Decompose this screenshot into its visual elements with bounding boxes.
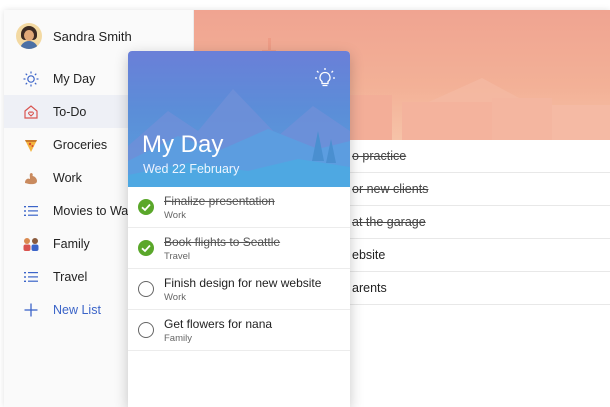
task-list-name: Work <box>164 210 186 221</box>
pizza-icon <box>22 136 40 154</box>
profile-name: Sandra Smith <box>53 28 132 44</box>
my-day-title: My Day <box>142 131 224 158</box>
family-icon <box>22 235 40 253</box>
task-title: Get flowers for nana <box>164 317 273 331</box>
task-title: Finish design for new website <box>164 276 322 290</box>
task-list-name: Family <box>164 333 192 344</box>
new-list-label: New List <box>53 302 101 317</box>
task-list-name: Work <box>164 292 186 303</box>
task-row[interactable]: Finalize presentation Work <box>128 187 350 228</box>
task-row[interactable]: Book flights to Seattle Travel <box>128 228 350 269</box>
task-title: Book flights to Seattle <box>164 235 281 249</box>
flexed-arm-icon <box>22 169 40 187</box>
empty-checkbox-icon[interactable] <box>138 281 154 297</box>
empty-checkbox-icon[interactable] <box>138 322 154 338</box>
task-text: arents <box>352 281 387 295</box>
sun-icon <box>22 70 40 88</box>
sidebar-item-label: My Day <box>53 71 96 86</box>
task-text: or new clients <box>352 182 429 196</box>
task-text: at the garage <box>352 215 426 229</box>
my-day-date: Wed 22 February <box>143 162 240 176</box>
profile-button[interactable]: Sandra Smith <box>16 22 132 50</box>
house-icon <box>22 103 40 121</box>
plus-icon <box>22 301 40 319</box>
list-icon <box>22 268 40 286</box>
task-row[interactable]: Get flowers for nana Family <box>128 310 350 351</box>
task-list-name: Travel <box>164 251 191 262</box>
suggestions-lightbulb-icon[interactable] <box>314 67 336 89</box>
completed-check-icon[interactable] <box>138 240 154 256</box>
avatar <box>16 23 42 49</box>
task-text: ebsite <box>352 248 386 262</box>
sidebar-item-label: Groceries <box>53 137 108 152</box>
sidebar-item-label: Travel <box>53 269 88 284</box>
completed-check-icon[interactable] <box>138 199 154 215</box>
sidebar-item-label: Family <box>53 236 90 251</box>
sidebar-item-label: To-Do <box>53 104 87 119</box>
sidebar-item-label: Work <box>53 170 82 185</box>
my-day-card: My Day Wed 22 February Finalize presenta… <box>128 51 350 407</box>
my-day-hero: My Day Wed 22 February <box>128 51 350 187</box>
task-text: o practice <box>352 149 407 163</box>
list-icon <box>22 202 40 220</box>
task-row[interactable]: Finish design for new website Work <box>128 269 350 310</box>
task-title: Finalize presentation <box>164 194 275 208</box>
